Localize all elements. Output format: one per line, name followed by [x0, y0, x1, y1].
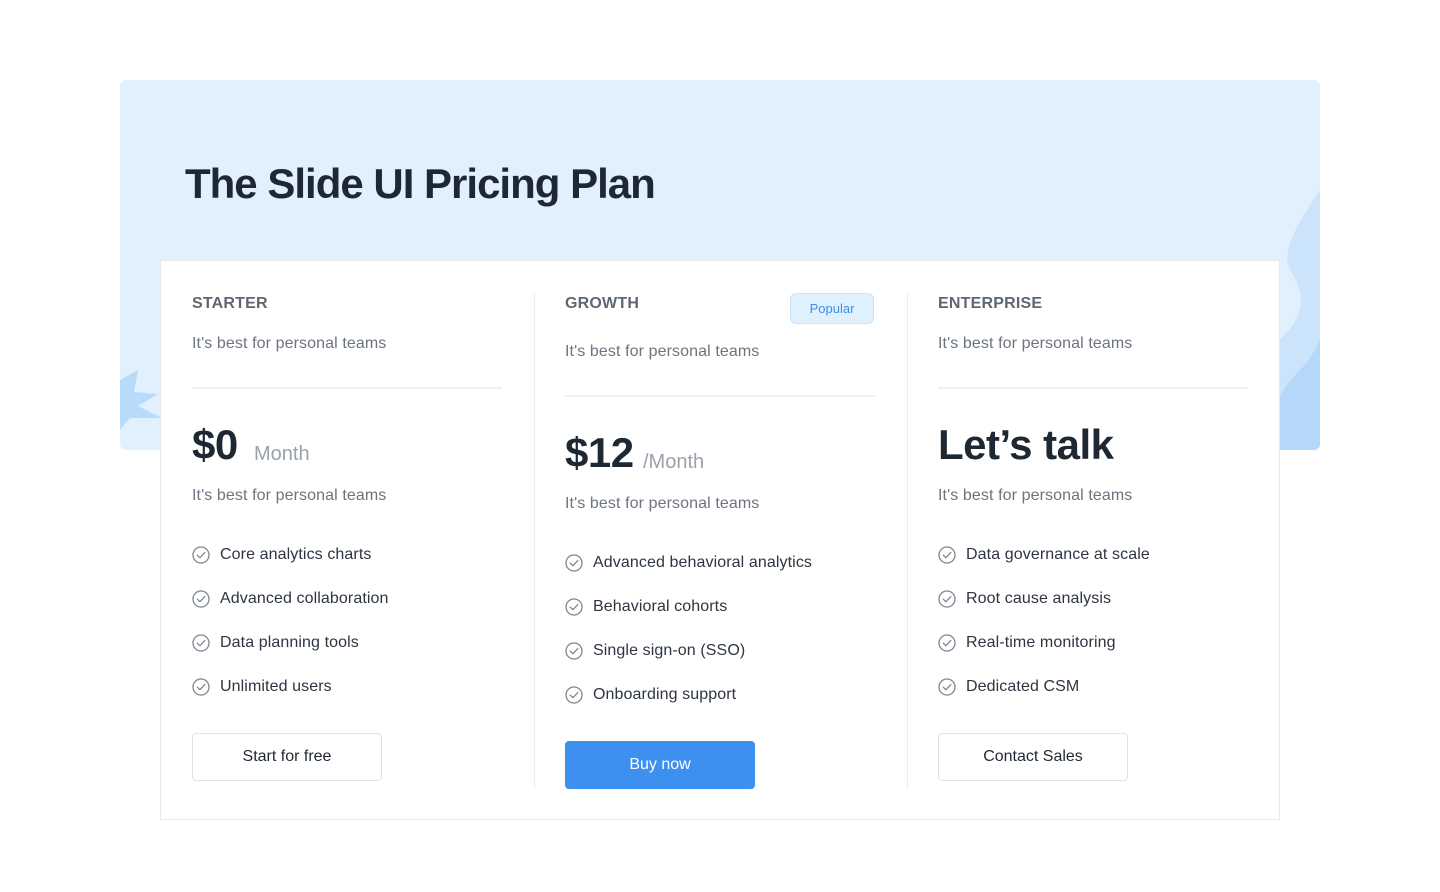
feature-item: Root cause analysis	[938, 589, 1150, 633]
feature-label: Real-time monitoring	[966, 634, 1116, 651]
feature-item: Advanced behavioral analytics	[565, 553, 812, 597]
feature-label: Advanced behavioral analytics	[593, 554, 813, 571]
page-title: The Slide UI Pricing Plan	[185, 160, 656, 207]
feature-list: Core analytics charts Advanced collabora…	[192, 545, 389, 721]
buy-now-button[interactable]: Buy now	[565, 741, 755, 789]
check-circle-icon	[565, 642, 583, 660]
feature-list: Advanced behavioral analytics Behavioral…	[565, 553, 812, 729]
feature-item: Dedicated CSM	[938, 677, 1150, 721]
feature-label: Behavioral cohorts	[593, 598, 728, 615]
feature-label: Single sign-on (SSO)	[593, 642, 746, 659]
check-circle-icon	[192, 634, 210, 652]
plan-tagline: It's best for personal teams	[565, 343, 760, 360]
feature-item: Unlimited users	[192, 677, 389, 721]
check-circle-icon	[192, 590, 210, 608]
check-circle-icon	[938, 634, 956, 652]
feature-label: Root cause analysis	[966, 590, 1112, 607]
feature-list: Data governance at scale Root cause anal…	[938, 545, 1150, 721]
plan-tagline: It's best for personal teams	[192, 335, 387, 352]
check-circle-icon	[938, 678, 956, 696]
check-circle-icon	[938, 590, 956, 608]
check-circle-icon	[565, 554, 583, 572]
feature-label: Unlimited users	[220, 678, 332, 695]
feature-label: Advanced collaboration	[220, 590, 389, 607]
feature-label: Core analytics charts	[220, 546, 372, 563]
plan-divider	[565, 395, 875, 397]
contact-sales-button[interactable]: Contact Sales	[938, 733, 1128, 781]
price-note: It's best for personal teams	[192, 487, 387, 504]
plan-period: /Month	[643, 451, 705, 473]
check-circle-icon	[938, 546, 956, 564]
check-circle-icon	[192, 546, 210, 564]
plan-price: $0	[192, 421, 238, 468]
price-note: It's best for personal teams	[565, 495, 760, 512]
check-circle-icon	[565, 686, 583, 704]
plan-enterprise: ENTERPRISE It's best for personal teams …	[938, 293, 1248, 789]
feature-item: Core analytics charts	[192, 545, 389, 589]
pricing-card: STARTER It's best for personal teams $0 …	[160, 260, 1280, 820]
feature-label: Onboarding support	[593, 686, 737, 703]
check-circle-icon	[192, 678, 210, 696]
feature-label: Data governance at scale	[966, 546, 1150, 563]
feature-label: Data planning tools	[220, 634, 359, 651]
plan-name: ENTERPRISE	[938, 295, 1043, 312]
popular-badge: Popular	[790, 293, 874, 324]
column-divider	[534, 293, 535, 789]
feature-item: Data governance at scale	[938, 545, 1150, 589]
feature-item: Real-time monitoring	[938, 633, 1150, 677]
feature-item: Advanced collaboration	[192, 589, 389, 633]
plan-name: STARTER	[192, 295, 268, 312]
plan-divider	[938, 387, 1248, 389]
check-circle-icon	[565, 598, 583, 616]
plan-starter: STARTER It's best for personal teams $0 …	[192, 293, 502, 789]
plan-name: GROWTH	[565, 295, 640, 312]
start-for-free-button[interactable]: Start for free	[192, 733, 382, 781]
feature-item: Single sign-on (SSO)	[565, 641, 812, 685]
plan-growth: GROWTH Popular It's best for personal te…	[565, 293, 875, 789]
plan-tagline: It's best for personal teams	[938, 335, 1133, 352]
plan-divider	[192, 387, 502, 389]
plan-price: Let’s talk	[938, 421, 1114, 468]
feature-item: Behavioral cohorts	[565, 597, 812, 641]
plan-period: Month	[254, 443, 310, 465]
price-note: It's best for personal teams	[938, 487, 1133, 504]
feature-item: Data planning tools	[192, 633, 389, 677]
plan-price: $12	[565, 429, 634, 476]
column-divider	[907, 293, 908, 789]
feature-item: Onboarding support	[565, 685, 812, 729]
feature-label: Dedicated CSM	[966, 678, 1080, 695]
